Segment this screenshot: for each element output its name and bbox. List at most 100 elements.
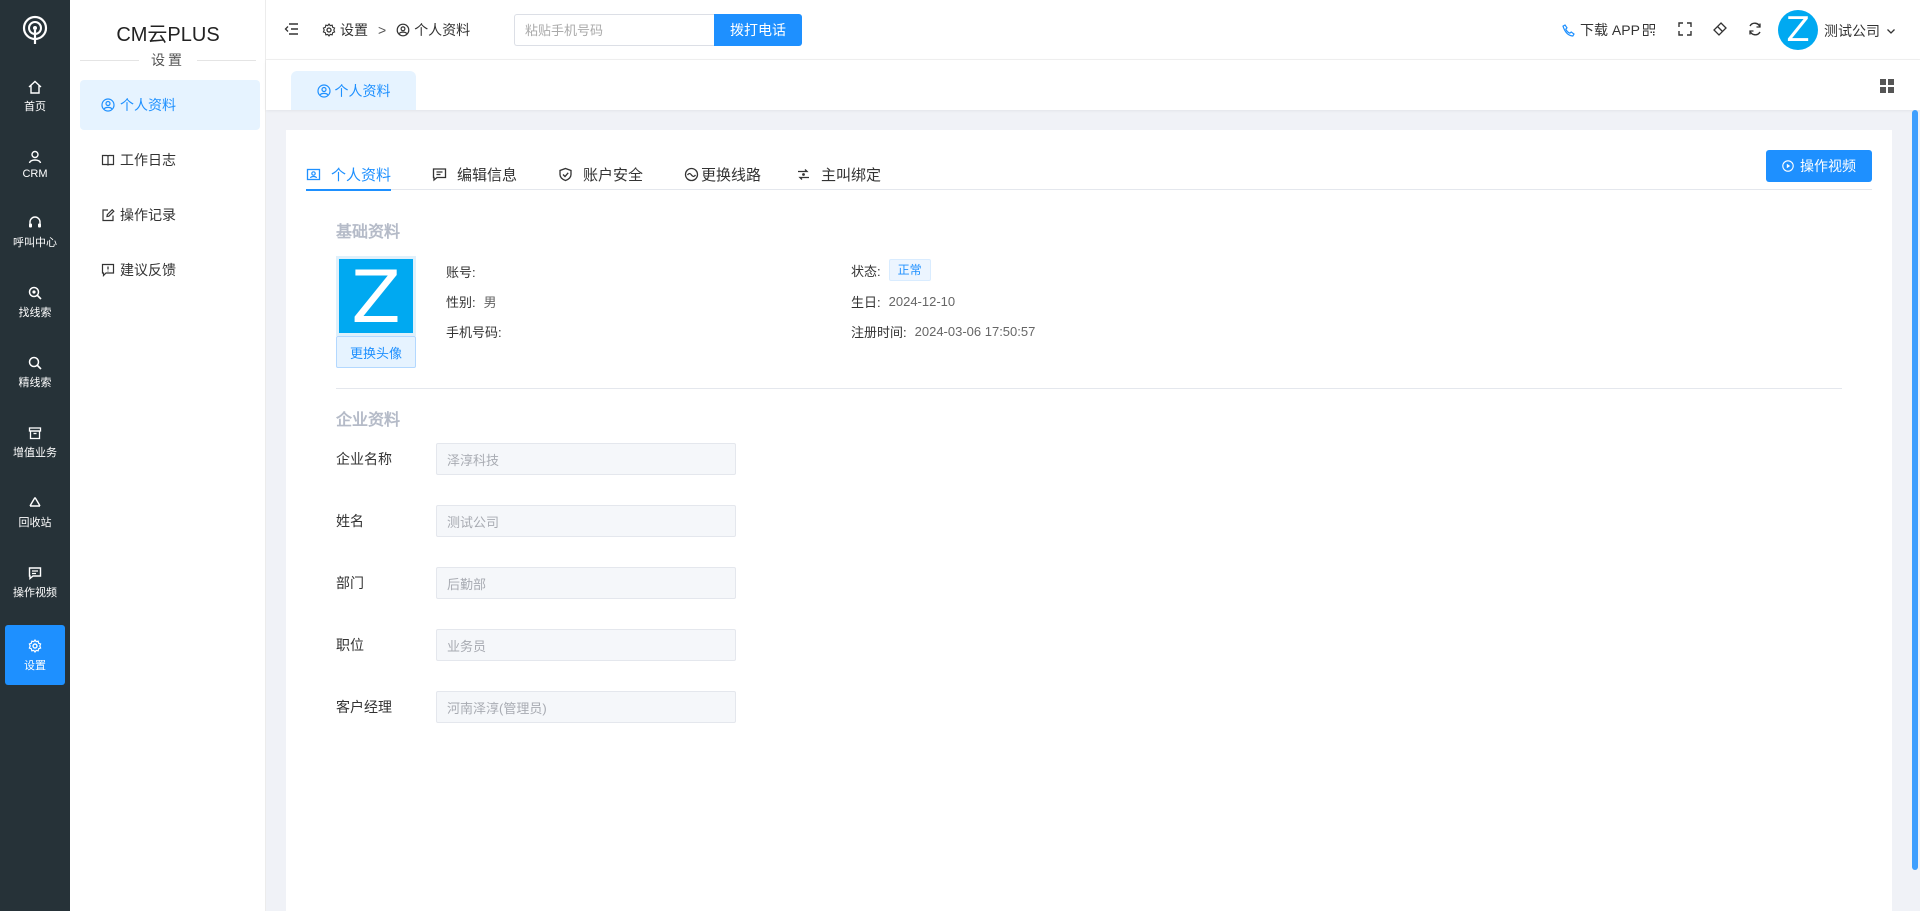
account-manager-label: 客户经理 <box>336 699 392 715</box>
company-name-label: 企业名称 <box>336 451 392 467</box>
recycle-icon <box>27 495 43 511</box>
breadcrumb-item-settings[interactable]: 设置 <box>340 20 368 40</box>
company-name-field[interactable] <box>436 443 736 475</box>
company-info-title: 企业资料 <box>336 412 401 429</box>
rail-item-value-added[interactable]: 增值业务 <box>0 412 70 472</box>
user-icon <box>27 149 43 165</box>
phone-label: 手机号码: <box>446 325 502 340</box>
tab-profile[interactable]: 个人资料 <box>306 158 392 191</box>
tab-label: 账户安全 <box>583 166 644 184</box>
rail-item-call-center[interactable]: 呼叫中心 <box>0 202 70 262</box>
chevron-down-icon <box>1886 26 1896 36</box>
route-icon <box>684 167 699 182</box>
sidebar-item-work-log[interactable]: 工作日志 <box>80 135 260 185</box>
user-circle-icon <box>316 83 331 98</box>
collapse-menu-icon[interactable] <box>284 21 300 37</box>
download-app-link[interactable]: 下载 APP <box>1562 20 1656 40</box>
rail-item-home[interactable]: 首页 <box>0 66 70 126</box>
user-circle-icon <box>100 98 115 113</box>
position-field[interactable] <box>436 629 736 661</box>
department-field[interactable] <box>436 567 736 599</box>
profile-card: 个人资料 编辑信息 账户安全 更换线路 主叫绑定 操作视频 基础资料 Z 更换头… <box>286 130 1892 911</box>
profile-avatar: Z <box>336 256 416 336</box>
dial-call-button[interactable]: 拨打电话 <box>714 14 802 46</box>
operation-video-button[interactable]: 操作视频 <box>1766 150 1872 182</box>
sidebar-item-profile[interactable]: 个人资料 <box>80 80 260 130</box>
app-logo-icon[interactable] <box>0 12 70 48</box>
department-row: 部门 <box>336 567 736 599</box>
rail-item-label: 回收站 <box>18 516 52 529</box>
rail-item-label: 设置 <box>24 659 46 672</box>
sidebar-section-header: 设置 <box>80 50 256 70</box>
sidebar-item-label: 个人资料 <box>120 97 176 113</box>
id-card-icon <box>306 167 321 182</box>
message-icon <box>27 565 43 581</box>
page-tab-bar: 个人资料 <box>266 60 1920 110</box>
rail-item-label: 找线索 <box>18 306 52 319</box>
name-row: 姓名 <box>336 505 736 537</box>
section-divider <box>336 388 1842 389</box>
register-time-label: 注册时间: <box>851 325 907 340</box>
name-label: 姓名 <box>336 513 364 529</box>
search-plus-icon <box>27 285 43 301</box>
rail-item-settings[interactable]: 设置 <box>5 625 65 685</box>
user-menu[interactable]: 测试公司 <box>1824 21 1896 41</box>
user-avatar[interactable]: Z <box>1778 10 1818 50</box>
breadcrumb-separator: > <box>378 22 387 38</box>
page-tab-profile[interactable]: 个人资料 <box>291 71 416 110</box>
grid-menu-icon[interactable] <box>1879 78 1895 94</box>
page-tab-label: 个人资料 <box>334 82 391 99</box>
department-label: 部门 <box>336 575 364 591</box>
play-circle-icon <box>1782 160 1794 172</box>
change-avatar-button[interactable]: 更换头像 <box>336 336 416 368</box>
user-name-label: 测试公司 <box>1824 23 1880 39</box>
rail-item-fine-leads[interactable]: 精线索 <box>0 342 70 402</box>
position-row: 职位 <box>336 629 736 661</box>
divider <box>80 59 139 61</box>
gear-icon <box>322 23 336 37</box>
fullscreen-icon[interactable] <box>1677 21 1693 37</box>
user-location-icon <box>396 23 410 37</box>
tab-change-route[interactable]: 更换线路 <box>684 158 761 190</box>
refresh-icon[interactable] <box>1747 21 1763 37</box>
main-nav-rail: 首页 CRM 呼叫中心 找线索 精线索 增值业务 回收站 操作视频 设置 <box>0 0 70 911</box>
register-time-row: 注册时间: 2024-03-06 17:50:57 <box>851 322 1035 341</box>
sidebar-section-title: 设置 <box>151 52 185 68</box>
qrcode-icon <box>1642 24 1656 37</box>
account-manager-field[interactable] <box>436 691 736 723</box>
rail-item-label: 增值业务 <box>13 446 57 459</box>
rail-item-label: 精线索 <box>18 376 52 389</box>
tab-edit-info[interactable]: 编辑信息 <box>432 158 517 190</box>
rail-item-videos[interactable]: 操作视频 <box>0 552 70 612</box>
search-icon <box>27 355 43 371</box>
phone-number-input[interactable] <box>514 14 714 46</box>
rail-item-recycle[interactable]: 回收站 <box>0 482 70 542</box>
operation-video-label: 操作视频 <box>1800 158 1856 174</box>
gender-row: 性别: 男 <box>446 292 497 311</box>
breadcrumb: 设置 > 个人资料 <box>322 20 470 40</box>
birthday-label: 生日: <box>851 295 881 310</box>
status-row: 状态: 正常 <box>851 259 931 281</box>
account-manager-row: 客户经理 <box>336 691 736 723</box>
rail-item-find-leads[interactable]: 找线索 <box>0 272 70 332</box>
breadcrumb-item-profile: 个人资料 <box>414 22 471 38</box>
page-scrollbar[interactable] <box>1912 110 1918 870</box>
sidebar-item-operation-log[interactable]: 操作记录 <box>80 190 260 240</box>
name-field[interactable] <box>436 505 736 537</box>
rail-item-label: 呼叫中心 <box>13 236 57 249</box>
tab-account-security[interactable]: 账户安全 <box>558 158 643 190</box>
account-row: 账号: <box>446 262 484 281</box>
link-icon <box>796 167 811 182</box>
phone-icon <box>1562 23 1576 37</box>
clear-cache-icon[interactable] <box>1712 21 1728 37</box>
sidebar-item-label: 建议反馈 <box>120 262 176 278</box>
divider <box>197 59 256 61</box>
sidebar-item-feedback[interactable]: 建议反馈 <box>80 245 260 295</box>
rail-item-crm[interactable]: CRM <box>0 134 70 194</box>
position-label: 职位 <box>336 637 364 653</box>
sidebar-item-label: 操作记录 <box>120 207 176 223</box>
tab-caller-binding[interactable]: 主叫绑定 <box>796 158 881 190</box>
tab-label: 更换线路 <box>701 166 762 184</box>
book-icon <box>100 153 115 168</box>
birthday-row: 生日: 2024-12-10 <box>851 292 955 311</box>
